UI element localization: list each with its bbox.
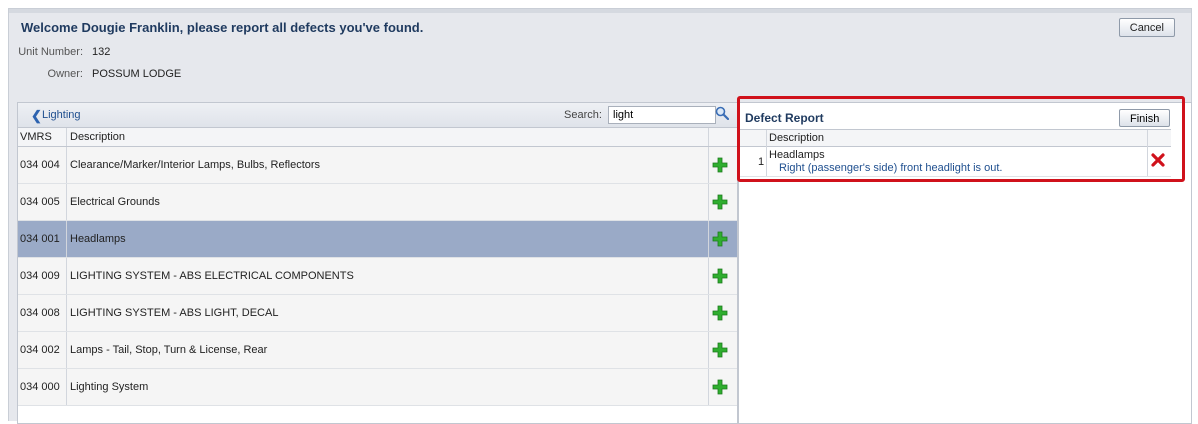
chevron-left-icon: ❮: [31, 108, 42, 123]
table-row[interactable]: 034 009 LIGHTING SYSTEM - ABS ELECTRICAL…: [18, 258, 737, 295]
back-link-lighting[interactable]: ❮ Lighting: [31, 108, 81, 123]
owner-value: POSSUM LODGE: [92, 68, 182, 80]
row-vmrs: 034 005: [20, 196, 60, 208]
owner-label: Owner:: [47, 68, 83, 80]
search-label: Search:: [564, 109, 602, 121]
defect-report-panel: Defect Report Finish Description 1 Headl…: [738, 102, 1192, 424]
defect-detail: Right (passenger's side) front headlight…: [779, 162, 1003, 174]
column-vmrs: VMRS: [20, 131, 52, 143]
row-description: LIGHTING SYSTEM - ABS LIGHT, DECAL: [70, 307, 279, 319]
row-description: Headlamps: [70, 233, 126, 245]
list-toolbar: ❮ Lighting Search:: [18, 103, 737, 128]
table-row[interactable]: 034 000 Lighting System: [18, 369, 737, 406]
row-vmrs: 034 000: [20, 381, 60, 393]
list-column-header: VMRS Description: [18, 128, 737, 147]
search-icon[interactable]: [715, 106, 729, 120]
finish-button[interactable]: Finish: [1119, 109, 1171, 127]
defect-title: Headlamps: [769, 149, 825, 161]
welcome-heading: Welcome Dougie Franklin, please report a…: [21, 20, 424, 35]
row-description: Clearance/Marker/Interior Lamps, Bulbs, …: [70, 159, 321, 171]
row-vmrs: 034 004: [20, 159, 60, 171]
row-vmrs: 034 009: [20, 270, 60, 282]
unit-number-label: Unit Number:: [18, 46, 83, 58]
defect-number: 1: [758, 156, 765, 168]
row-vmrs: 034 002: [20, 344, 60, 356]
row-description: Lamps - Tail, Stop, Turn & License, Rear: [70, 344, 268, 356]
table-row[interactable]: 034 008 LIGHTING SYSTEM - ABS LIGHT, DEC…: [18, 295, 737, 332]
add-icon[interactable]: [712, 157, 728, 173]
unit-number-value: 132: [92, 46, 111, 58]
add-icon[interactable]: [712, 194, 728, 210]
row-description: Lighting System: [70, 381, 149, 393]
table-row-selected[interactable]: 034 001 Headlamps: [18, 221, 737, 258]
table-row[interactable]: 034 004 Clearance/Marker/Interior Lamps,…: [18, 147, 737, 184]
vmrs-list-panel: ❮ Lighting Search: VMRS Description 034 …: [17, 102, 738, 424]
row-description: LIGHTING SYSTEM - ABS ELECTRICAL COMPONE…: [70, 270, 354, 282]
add-icon[interactable]: [712, 268, 728, 284]
add-icon[interactable]: [712, 342, 728, 358]
row-description: Electrical Grounds: [70, 196, 160, 208]
table-row[interactable]: 034 005 Electrical Grounds: [18, 184, 737, 221]
row-vmrs: 034 008: [20, 307, 60, 319]
row-vmrs: 034 001: [20, 233, 60, 245]
defect-row: 1 Headlamps Right (passenger's side) fro…: [739, 146, 1171, 177]
add-icon[interactable]: [712, 305, 728, 321]
defect-column-header: Description: [739, 129, 1171, 147]
top-bar: [9, 9, 1191, 13]
column-description: Description: [769, 132, 825, 144]
defect-report-title: Defect Report: [745, 111, 824, 125]
search-input[interactable]: [608, 106, 716, 124]
delete-icon[interactable]: [1151, 153, 1165, 167]
table-row[interactable]: 034 002 Lamps - Tail, Stop, Turn & Licen…: [18, 332, 737, 369]
add-icon[interactable]: [712, 231, 728, 247]
dialog-frame: Welcome Dougie Franklin, please report a…: [8, 8, 1192, 424]
vmrs-rows: 034 004 Clearance/Marker/Interior Lamps,…: [18, 147, 737, 406]
back-link-label: Lighting: [42, 109, 81, 121]
add-icon[interactable]: [712, 379, 728, 395]
column-description: Description: [70, 131, 126, 143]
cancel-button[interactable]: Cancel: [1118, 18, 1175, 37]
